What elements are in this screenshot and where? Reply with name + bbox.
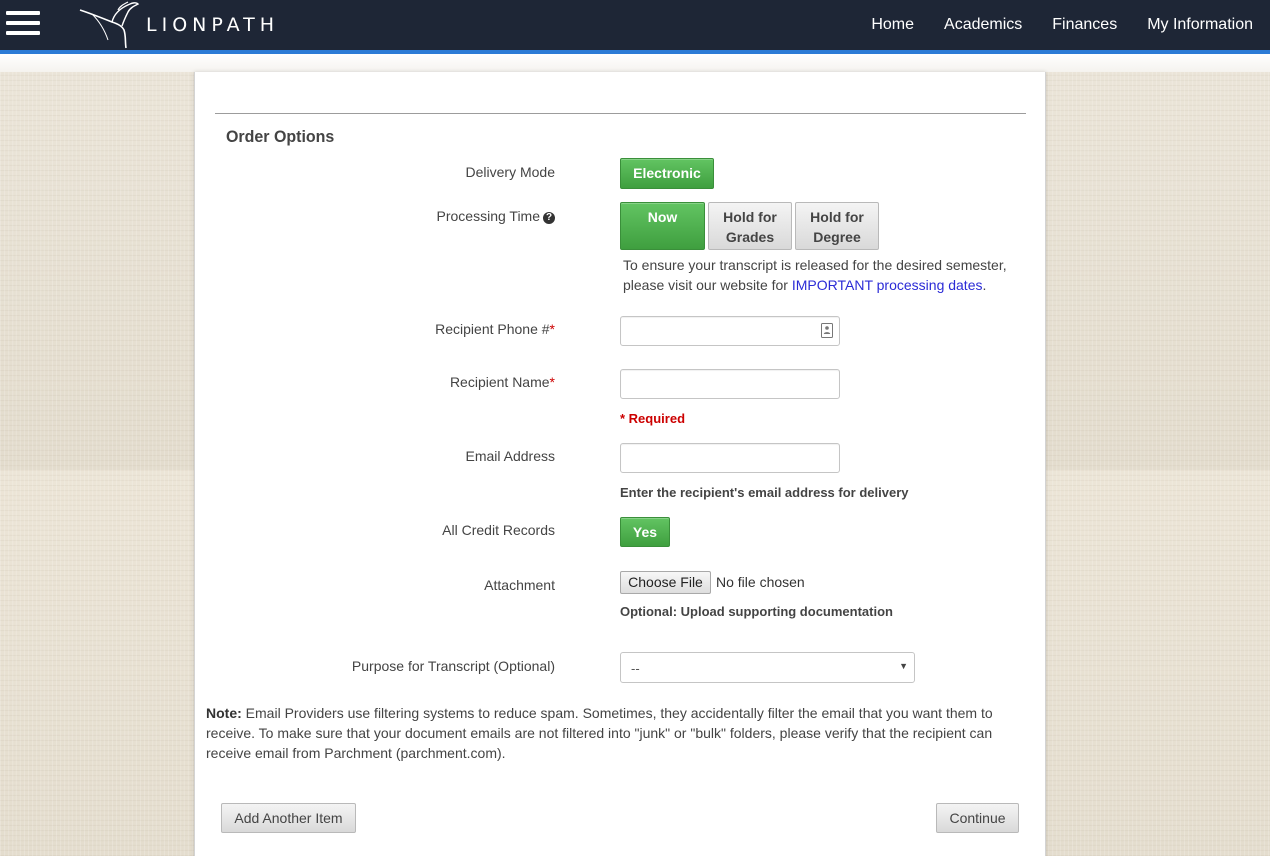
email-field[interactable] [620,443,840,473]
file-status-text: No file chosen [716,574,805,590]
delivery-mode-label: Delivery Mode [465,164,555,180]
section-divider [215,113,1026,114]
recipient-name-label: Recipient Name* [195,374,555,390]
continue-button[interactable]: Continue [936,803,1019,833]
recipient-name-field[interactable] [620,369,840,399]
add-another-item-button[interactable]: Add Another Item [221,803,356,833]
main-nav: Home Academics Finances My Information [841,0,1253,50]
caret-down-icon: ▼ [899,661,908,671]
required-note: * Required [620,411,686,426]
note-prefix: Note: [206,705,242,721]
processing-dates-link[interactable]: IMPORTANT processing dates [792,277,983,293]
order-options-panel: Order Options Delivery Mode Electronic P… [194,72,1046,856]
processing-info-text: To ensure your transcript is released fo… [623,255,1043,295]
lion-logo-icon [79,1,140,49]
section-title: Order Options [226,127,335,146]
attachment-help-text: Optional: Upload supporting documentatio… [620,604,893,619]
purpose-select[interactable]: -- ▼ [620,652,915,683]
brand-name: LIONPATH [146,14,280,36]
nav-home[interactable]: Home [871,16,914,34]
email-label: Email Address [465,448,555,464]
required-star: * [549,374,555,390]
top-navigation-bar: LIONPATH Home Academics Finances My Info… [0,0,1270,50]
question-circle-icon[interactable]: ? [543,212,555,224]
processing-info-end: . [982,277,987,293]
delivery-mode-electronic-button[interactable]: Electronic [620,158,714,189]
purpose-selected-value: -- [631,661,640,676]
required-star: * [549,321,555,337]
phone-book-icon[interactable] [821,323,833,338]
note-text: Email Providers use filtering systems to… [206,705,993,761]
email-help-text: Enter the recipient's email address for … [620,485,909,500]
lionpath-logo[interactable]: LIONPATH [78,0,308,50]
credit-records-label: All Credit Records [442,522,555,538]
nav-finances[interactable]: Finances [1052,16,1117,34]
nav-my-information[interactable]: My Information [1147,16,1253,34]
choose-file-button[interactable]: Choose File [620,571,711,594]
header-shadow [0,54,1270,72]
recipient-phone-label-text: Recipient Phone # [435,321,550,337]
recipient-phone-label: Recipient Phone #* [195,321,555,337]
processing-time-label: Processing Time? [195,208,555,224]
processing-time-label-text: Processing Time [436,208,540,224]
purpose-label: Purpose for Transcript (Optional) [351,658,555,674]
recipient-name-label-text: Recipient Name [449,374,550,390]
spam-note: Note: Email Providers use filtering syst… [206,703,1006,763]
recipient-phone-field[interactable] [620,316,840,346]
hold-grades-line2: Grades [725,229,775,245]
attachment-label: Attachment [484,577,555,593]
credit-records-yes-button[interactable]: Yes [620,517,670,547]
hold-degree-line1: Hold for [810,209,864,225]
hamburger-menu-icon[interactable] [6,9,40,37]
processing-now-button[interactable]: Now [620,202,705,250]
hold-degree-line2: Degree [813,229,861,245]
hold-grades-line1: Hold for [723,209,777,225]
processing-hold-grades-button[interactable]: Hold for Grades [708,202,792,250]
nav-academics[interactable]: Academics [944,16,1022,34]
processing-hold-degree-button[interactable]: Hold for Degree [795,202,879,250]
